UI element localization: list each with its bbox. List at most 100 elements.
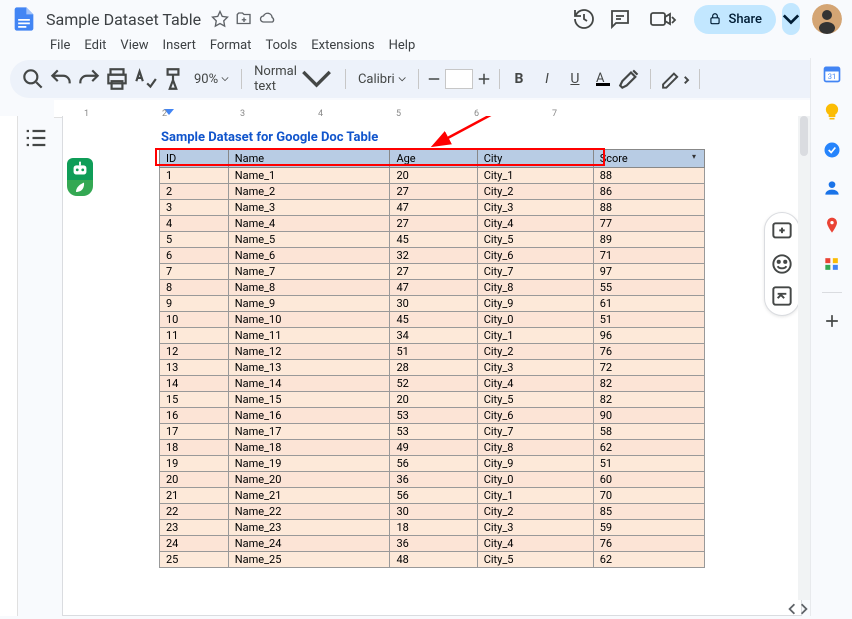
- table-cell[interactable]: City_1: [477, 168, 593, 184]
- table-cell[interactable]: 22: [160, 504, 229, 520]
- table-cell[interactable]: Name_8: [228, 280, 390, 296]
- calendar-app-icon[interactable]: 31: [822, 64, 842, 84]
- table-cell[interactable]: 88: [593, 168, 704, 184]
- docs-logo-icon[interactable]: [10, 5, 38, 33]
- table-cell[interactable]: 25: [160, 552, 229, 568]
- table-cell[interactable]: 62: [593, 440, 704, 456]
- filter-dropdown-icon[interactable]: ▾: [692, 152, 702, 162]
- search-menus-icon[interactable]: [20, 66, 46, 92]
- table-cell[interactable]: Name_24: [228, 536, 390, 552]
- table-cell[interactable]: 56: [390, 456, 477, 472]
- table-cell[interactable]: 71: [593, 248, 704, 264]
- table-cell[interactable]: 10: [160, 312, 229, 328]
- vertical-scrollbar[interactable]: [798, 116, 810, 600]
- table-cell[interactable]: 45: [390, 232, 477, 248]
- table-cell[interactable]: City_1: [477, 328, 593, 344]
- emoji-reaction-icon[interactable]: [769, 251, 795, 277]
- menu-insert[interactable]: Insert: [157, 36, 202, 55]
- table-cell[interactable]: 2: [160, 184, 229, 200]
- table-cell[interactable]: 20: [390, 392, 477, 408]
- star-icon[interactable]: [211, 10, 229, 28]
- tasks-app-icon[interactable]: [822, 140, 842, 160]
- redo-icon[interactable]: [76, 66, 102, 92]
- table-cell[interactable]: 77: [593, 216, 704, 232]
- paint-format-icon[interactable]: [160, 66, 186, 92]
- print-icon[interactable]: [104, 66, 130, 92]
- table-cell[interactable]: 19: [160, 456, 229, 472]
- table-cell[interactable]: City_8: [477, 280, 593, 296]
- maps-app-icon[interactable]: [822, 216, 842, 236]
- table-cell[interactable]: Name_14: [228, 376, 390, 392]
- table-cell[interactable]: City_5: [477, 232, 593, 248]
- contacts-app-icon[interactable]: [822, 178, 842, 198]
- table-cell[interactable]: 62: [593, 552, 704, 568]
- table-cell[interactable]: Name_18: [228, 440, 390, 456]
- table-cell[interactable]: Name_7: [228, 264, 390, 280]
- user-avatar[interactable]: [812, 4, 842, 34]
- table-row[interactable]: 13Name_1328City_372: [160, 360, 705, 376]
- table-cell[interactable]: 18: [390, 520, 477, 536]
- table-row[interactable]: 8Name_847City_855: [160, 280, 705, 296]
- table-cell[interactable]: 23: [160, 520, 229, 536]
- table-cell[interactable]: City_8: [477, 440, 593, 456]
- table-row[interactable]: 3Name_347City_388: [160, 200, 705, 216]
- add-comment-icon[interactable]: [769, 219, 795, 245]
- table-row[interactable]: 15Name_1520City_582: [160, 392, 705, 408]
- data-table[interactable]: IDNameAgeCityScore▾ 1Name_120City_1882Na…: [159, 149, 705, 568]
- table-row[interactable]: 12Name_1251City_276: [160, 344, 705, 360]
- table-cell[interactable]: City_5: [477, 552, 593, 568]
- font-size-input[interactable]: [445, 69, 473, 89]
- table-cell[interactable]: Name_25: [228, 552, 390, 568]
- table-row[interactable]: 1Name_120City_188: [160, 168, 705, 184]
- menu-view[interactable]: View: [114, 36, 154, 55]
- table-row[interactable]: 22Name_2230City_285: [160, 504, 705, 520]
- table-cell[interactable]: 72: [593, 360, 704, 376]
- table-cell[interactable]: 11: [160, 328, 229, 344]
- table-row[interactable]: 17Name_1753City_758: [160, 424, 705, 440]
- table-cell[interactable]: 36: [390, 472, 477, 488]
- table-cell[interactable]: 53: [390, 424, 477, 440]
- table-cell[interactable]: 1: [160, 168, 229, 184]
- table-cell[interactable]: 88: [593, 200, 704, 216]
- table-cell[interactable]: 51: [593, 456, 704, 472]
- table-cell[interactable]: 52: [390, 376, 477, 392]
- scroll-right-icon[interactable]: [798, 603, 810, 615]
- table-row[interactable]: 20Name_2036City_060: [160, 472, 705, 488]
- table-header-cell[interactable]: City: [477, 150, 593, 168]
- menu-file[interactable]: File: [44, 36, 76, 55]
- table-cell[interactable]: 20: [390, 168, 477, 184]
- table-cell[interactable]: Name_19: [228, 456, 390, 472]
- table-cell[interactable]: 70: [593, 488, 704, 504]
- menu-format[interactable]: Format: [204, 36, 258, 55]
- suggest-edits-icon[interactable]: [769, 283, 795, 309]
- table-cell[interactable]: City_2: [477, 504, 593, 520]
- table-row[interactable]: 24Name_2436City_476: [160, 536, 705, 552]
- table-cell[interactable]: Name_17: [228, 424, 390, 440]
- table-cell[interactable]: City_9: [477, 296, 593, 312]
- italic-icon[interactable]: I: [534, 66, 560, 92]
- table-cell[interactable]: 36: [390, 536, 477, 552]
- table-cell[interactable]: 4: [160, 216, 229, 232]
- document-title[interactable]: Sample Dataset Table: [42, 8, 205, 31]
- table-row[interactable]: 23Name_2318City_359: [160, 520, 705, 536]
- decrease-font-icon[interactable]: [425, 66, 443, 92]
- table-cell[interactable]: City_5: [477, 392, 593, 408]
- document-page[interactable]: Sample Dataset for Google Doc Table IDNa…: [62, 116, 802, 616]
- bot-badge-icon[interactable]: [67, 158, 93, 180]
- table-cell[interactable]: City_1: [477, 488, 593, 504]
- font-select[interactable]: Calibri: [352, 72, 412, 87]
- comments-icon[interactable]: [608, 7, 632, 31]
- table-row[interactable]: 9Name_930City_961: [160, 296, 705, 312]
- table-cell[interactable]: City_0: [477, 472, 593, 488]
- table-cell[interactable]: Name_6: [228, 248, 390, 264]
- table-cell[interactable]: City_2: [477, 344, 593, 360]
- menu-edit[interactable]: Edit: [78, 36, 112, 55]
- zoom-select[interactable]: 90%: [188, 72, 235, 87]
- table-row[interactable]: 5Name_545City_589: [160, 232, 705, 248]
- table-row[interactable]: 18Name_1849City_862: [160, 440, 705, 456]
- vertical-ruler[interactable]: [0, 116, 18, 616]
- table-cell[interactable]: 16: [160, 408, 229, 424]
- add-app-icon[interactable]: [822, 311, 842, 331]
- table-cell[interactable]: Name_22: [228, 504, 390, 520]
- table-cell[interactable]: 55: [593, 280, 704, 296]
